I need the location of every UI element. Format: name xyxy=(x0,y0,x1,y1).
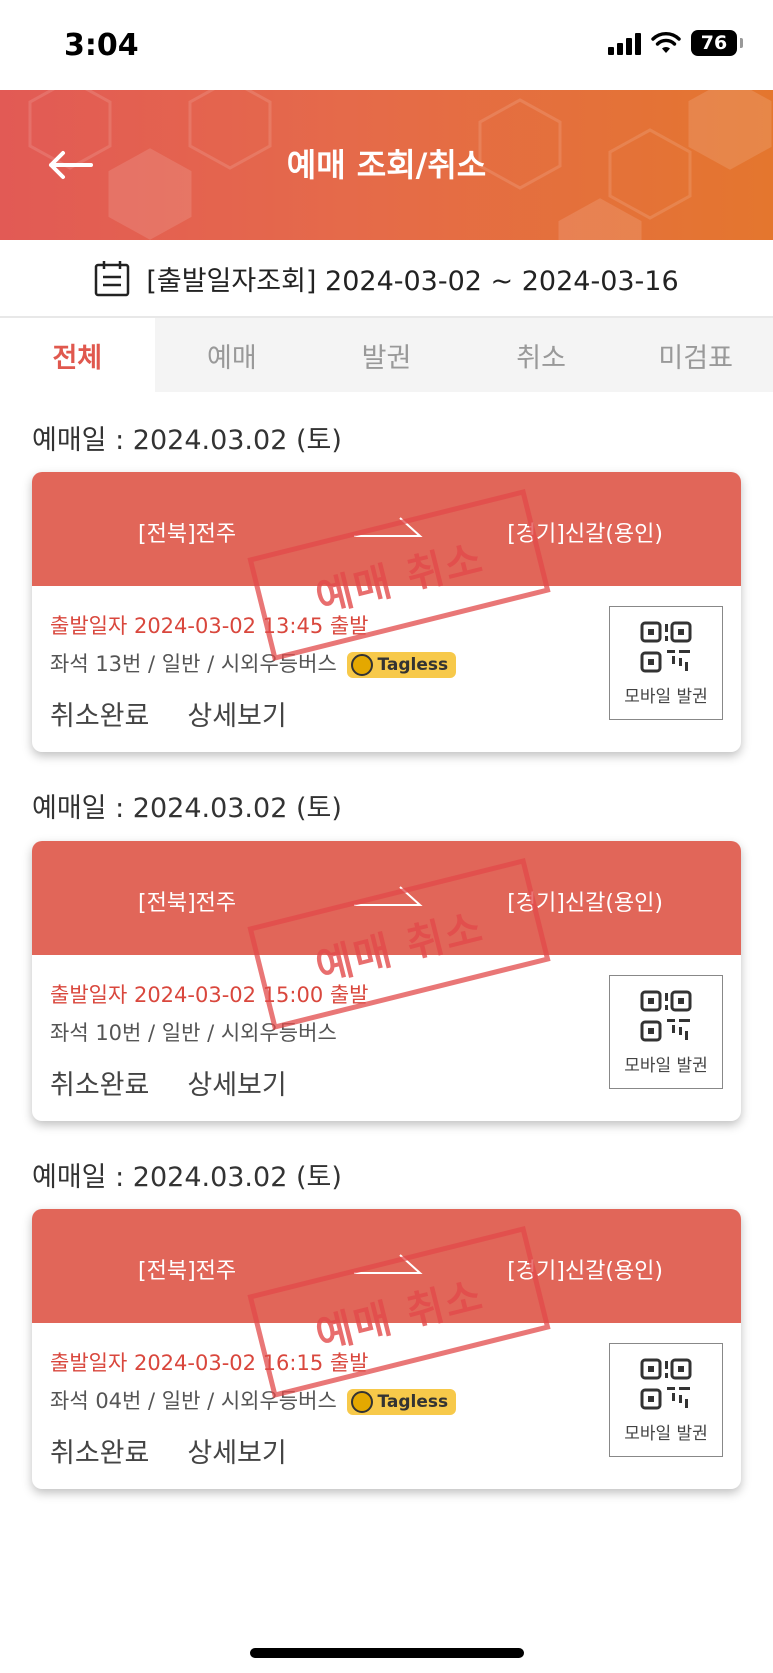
qr-code-icon xyxy=(640,621,692,672)
reservation-actions: 취소완료 상세보기 xyxy=(50,694,287,733)
status-icons: 76 xyxy=(608,30,743,56)
cancel-complete-status[interactable]: 취소완료 xyxy=(50,694,149,733)
seat-info: 좌석 10번 / 일반 / 시외우등버스 xyxy=(50,1017,337,1047)
reservation-actions: 취소완료 상세보기 xyxy=(50,1063,287,1102)
reservation-date-label: 예매일 : 2024.03.02 (토) xyxy=(32,793,342,824)
tab-reserved[interactable]: 예매 xyxy=(155,318,310,392)
view-details-link[interactable]: 상세보기 xyxy=(187,1431,286,1470)
route-arrow-icon xyxy=(354,886,423,906)
tagless-label: Tagless xyxy=(377,655,449,675)
mobile-ticket-label: 모바일 발권 xyxy=(624,686,708,707)
tab-cancelled[interactable]: 취소 xyxy=(464,318,619,392)
qr-code-icon xyxy=(640,1358,692,1409)
departure-time: 출발일자 2024-03-02 13:45 출발 xyxy=(50,614,369,638)
seat-info: 좌석 04번 / 일반 / 시외우등버스 Tagless xyxy=(50,1385,457,1415)
route-origin: [전북]전주 xyxy=(138,522,237,547)
reservation-card: [전북]전주 [경기]신갈(용인) 출발일자 2024-03-02 15:00 … xyxy=(32,841,741,1121)
route-destination: [경기]신갈(용인) xyxy=(507,1259,663,1284)
wifi-icon xyxy=(651,32,681,53)
battery-icon: 76 xyxy=(691,30,743,56)
mobile-ticket-button[interactable]: 모바일 발권 xyxy=(609,975,723,1089)
reservation-date-label: 예매일 : 2024.03.02 (토) xyxy=(32,1162,342,1193)
reservation-details: 출발일자 2024-03-02 15:00 출발 좌석 10번 / 일반 / 시… xyxy=(32,955,741,1121)
route-destination: [경기]신갈(용인) xyxy=(507,522,663,547)
seat-text: 좌석 10번 / 일반 / 시외우등버스 xyxy=(50,1021,337,1045)
tagless-badge: Tagless xyxy=(347,652,457,678)
tagless-badge: Tagless xyxy=(347,1389,457,1415)
route-header: [전북]전주 [경기]신갈(용인) xyxy=(32,472,741,586)
view-details-link[interactable]: 상세보기 xyxy=(187,694,286,733)
cellular-signal-icon xyxy=(608,31,641,55)
mobile-ticket-label: 모바일 발권 xyxy=(624,1423,708,1444)
tab-all[interactable]: 전체 xyxy=(0,318,155,392)
mobile-ticket-button[interactable]: 모바일 발권 xyxy=(609,606,723,720)
date-range-filter[interactable]: [출발일자조회] 2024-03-02 ~ 2024-03-16 xyxy=(0,240,773,318)
seat-info: 좌석 13번 / 일반 / 시외우등버스 Tagless xyxy=(50,648,457,678)
page-title: 예매 조회/취소 xyxy=(286,146,487,184)
mobile-ticket-button[interactable]: 모바일 발권 xyxy=(609,1343,723,1457)
calendar-icon xyxy=(95,261,130,297)
reservation-card: [전북]전주 [경기]신갈(용인) 출발일자 2024-03-02 16:15 … xyxy=(32,1209,741,1489)
reservation-details: 출발일자 2024-03-02 16:15 출발 좌석 04번 / 일반 / 시… xyxy=(32,1323,741,1489)
filter-tabs: 전체 예매 발권 취소 미검표 xyxy=(0,318,773,392)
cancel-complete-status[interactable]: 취소완료 xyxy=(50,1063,149,1102)
reservation-date-label: 예매일 : 2024.03.02 (토) xyxy=(32,425,342,456)
tab-unchecked[interactable]: 미검표 xyxy=(618,318,773,392)
mobile-ticket-label: 모바일 발권 xyxy=(624,1055,708,1076)
seat-text: 좌석 04번 / 일반 / 시외우등버스 xyxy=(50,1389,337,1413)
route-arrow-icon xyxy=(354,1254,423,1274)
seat-text: 좌석 13번 / 일반 / 시외우등버스 xyxy=(50,652,337,676)
reservation-actions: 취소완료 상세보기 xyxy=(50,1431,287,1470)
status-bar: 3:04 76 xyxy=(0,0,773,90)
route-origin: [전북]전주 xyxy=(138,891,237,916)
home-indicator[interactable] xyxy=(250,1648,524,1658)
departure-time: 출발일자 2024-03-02 15:00 출발 xyxy=(50,983,369,1007)
status-time: 3:04 xyxy=(64,28,139,63)
bee-icon xyxy=(351,654,374,676)
view-details-link[interactable]: 상세보기 xyxy=(187,1063,286,1102)
bee-icon xyxy=(351,1391,374,1413)
qr-code-icon xyxy=(640,990,692,1041)
route-origin: [전북]전주 xyxy=(138,1259,237,1284)
date-range-text: [출발일자조회] 2024-03-02 ~ 2024-03-16 xyxy=(146,265,679,297)
route-destination: [경기]신갈(용인) xyxy=(507,891,663,916)
route-arrow-icon xyxy=(354,517,423,537)
reservation-card: [전북]전주 [경기]신갈(용인) 출발일자 2024-03-02 13:45 … xyxy=(32,472,741,752)
tab-issued[interactable]: 발권 xyxy=(309,318,464,392)
cancel-complete-status[interactable]: 취소완료 xyxy=(50,1431,149,1470)
departure-time: 출발일자 2024-03-02 16:15 출발 xyxy=(50,1351,369,1375)
route-header: [전북]전주 [경기]신갈(용인) xyxy=(32,841,741,955)
app-header: 예매 조회/취소 xyxy=(0,90,773,240)
route-header: [전북]전주 [경기]신갈(용인) xyxy=(32,1209,741,1323)
reservation-details: 출발일자 2024-03-02 13:45 출발 좌석 13번 / 일반 / 시… xyxy=(32,586,741,752)
tagless-label: Tagless xyxy=(377,1392,449,1412)
